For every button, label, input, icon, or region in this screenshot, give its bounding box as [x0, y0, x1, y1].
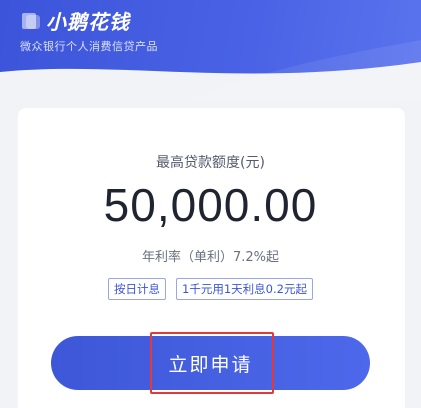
- max-loan-amount: 50,000.00: [103, 179, 318, 231]
- interest-rate-text: 年利率（单利）7.2%起: [141, 250, 280, 265]
- apply-now-button[interactable]: 立即申请: [51, 336, 370, 390]
- app-header: 小鹅花钱 微众银行个人消费信贷产品: [0, 0, 421, 100]
- brand-logo-icon: [20, 10, 42, 32]
- brand-subtitle: 微众银行个人消费信贷产品: [20, 40, 158, 53]
- feature-tags: 按日计息 1千元用1天利息0.2元起: [0, 278, 421, 300]
- brand-name: 小鹅花钱: [46, 10, 130, 34]
- tag-interest-example: 1千元用1天利息0.2元起: [176, 278, 313, 300]
- brand: 小鹅花钱: [20, 6, 130, 35]
- amount-label: 最高贷款额度(元): [156, 155, 265, 171]
- tag-daily-interest: 按日计息: [108, 278, 167, 300]
